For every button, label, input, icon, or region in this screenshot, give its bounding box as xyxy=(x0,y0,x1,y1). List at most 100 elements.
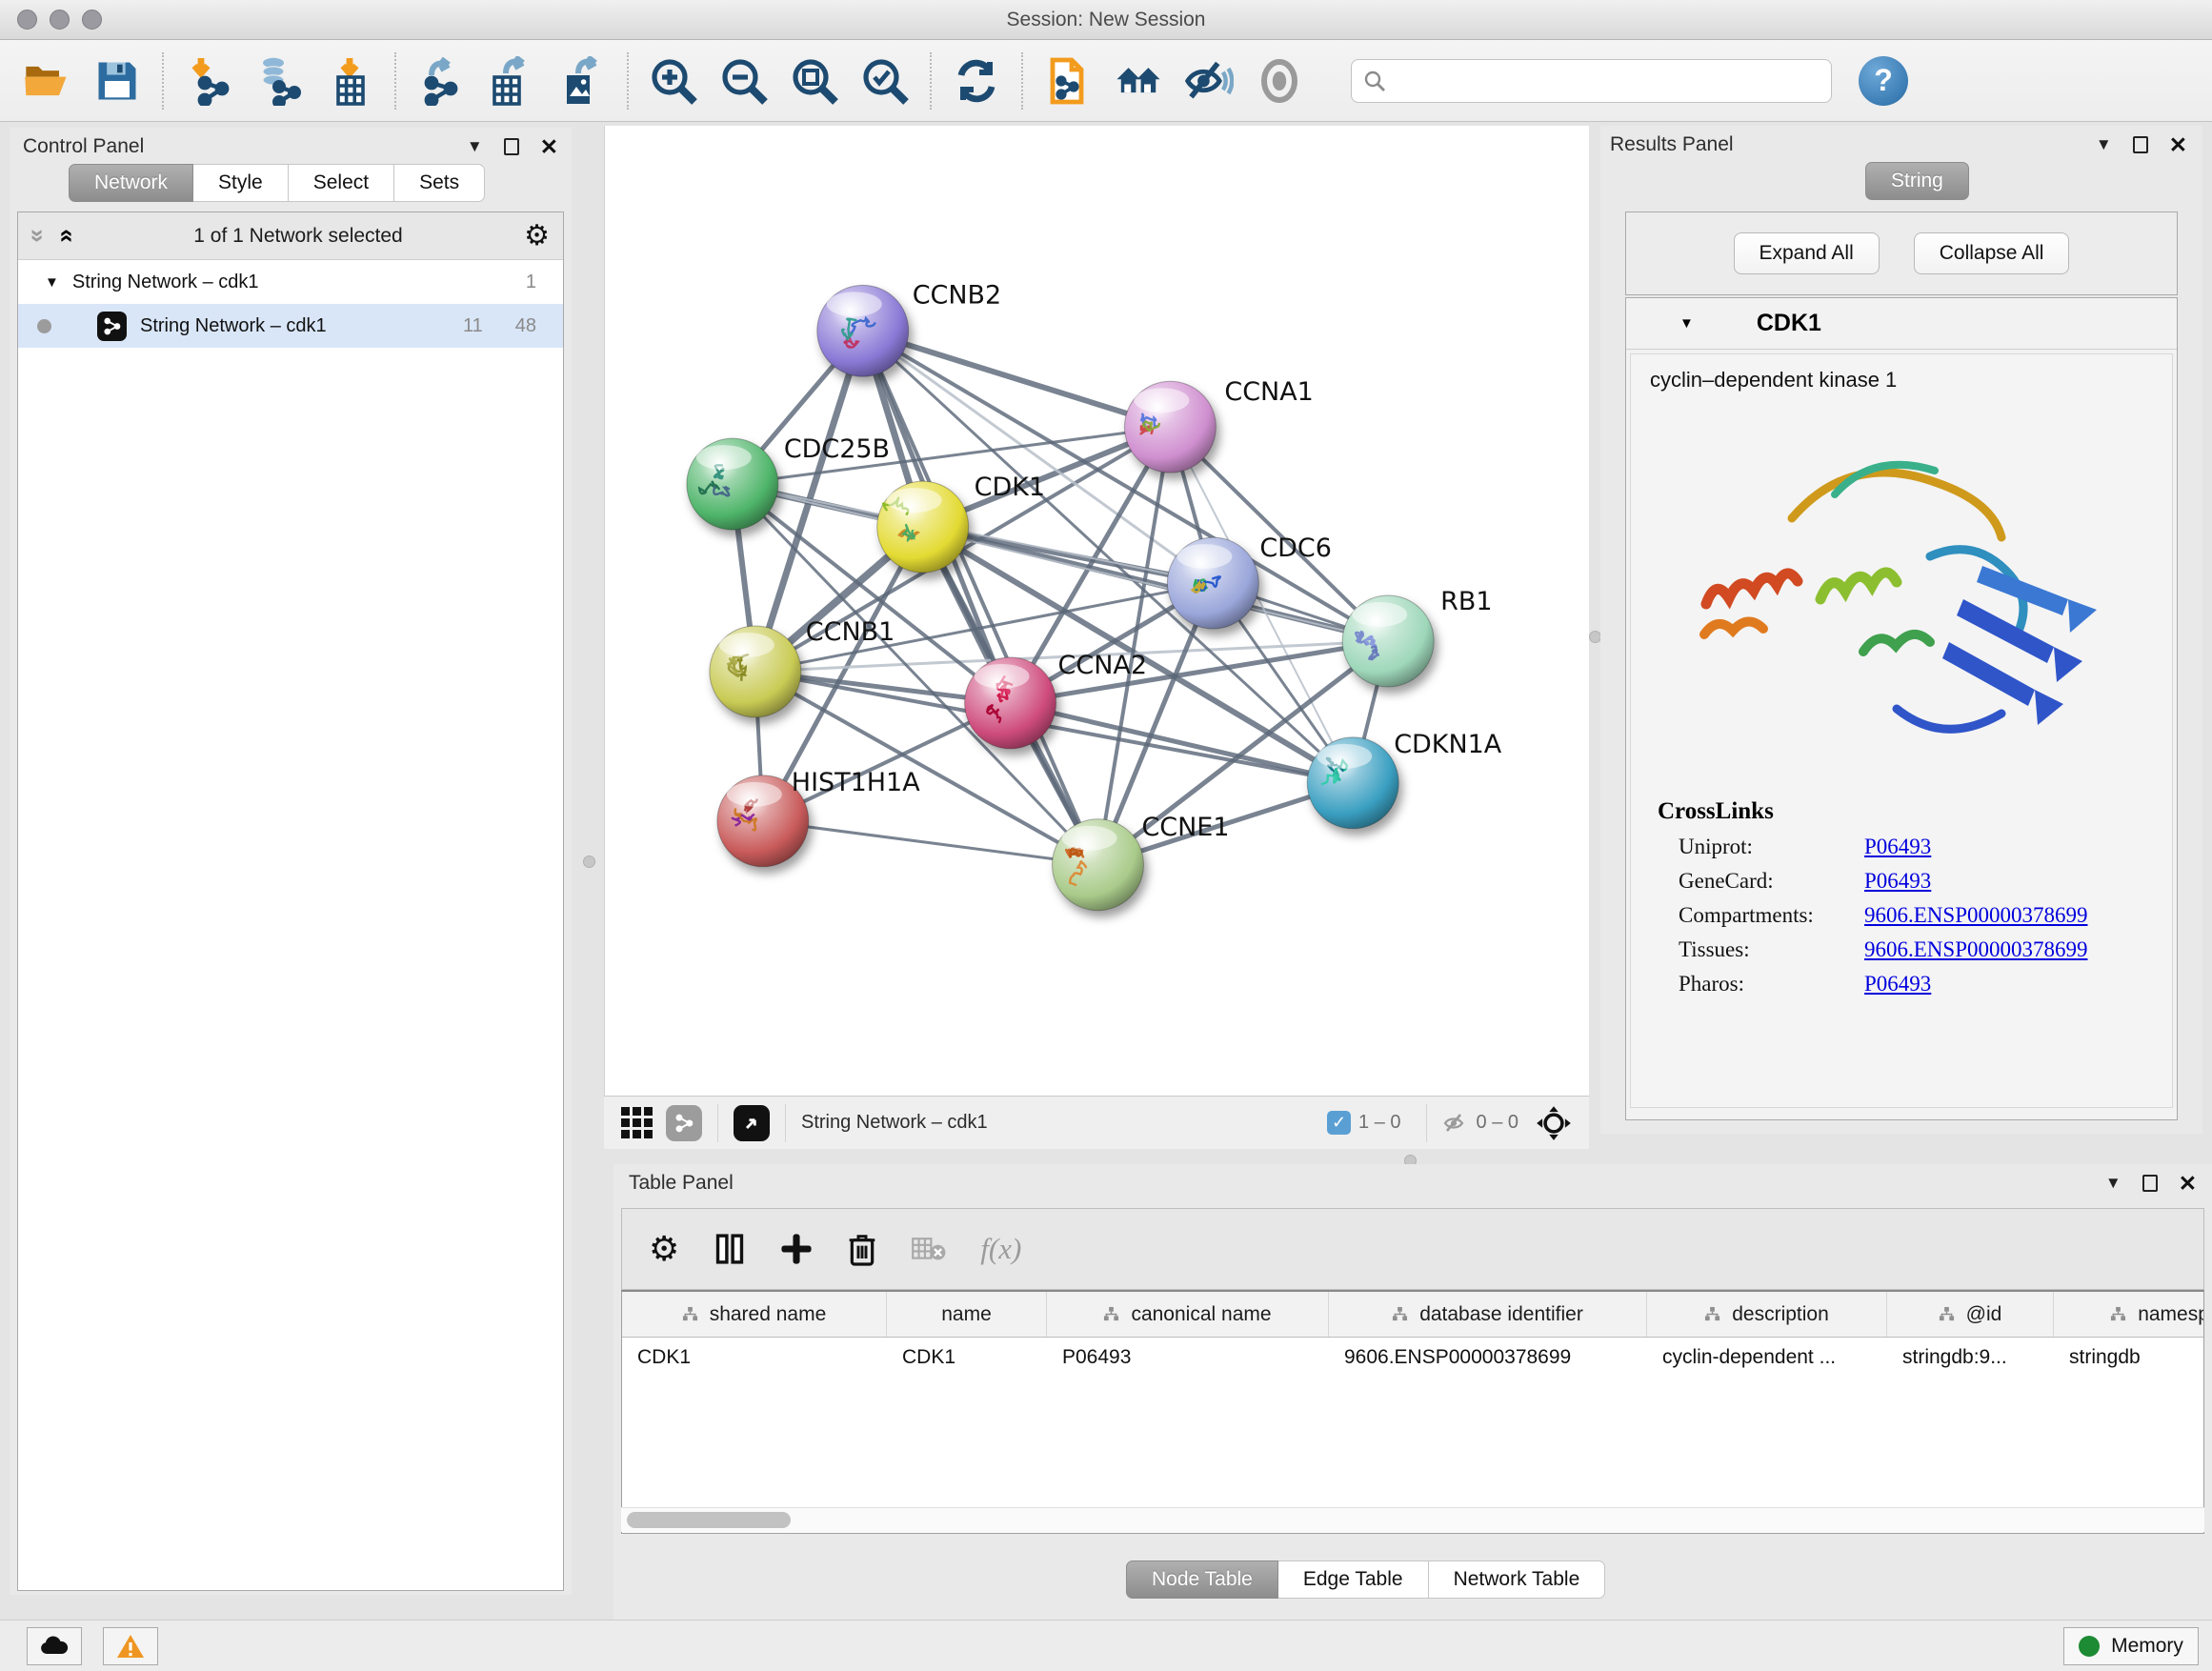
node-ccna1[interactable] xyxy=(1124,381,1216,473)
crosslink-link[interactable]: P06493 xyxy=(1864,835,1931,859)
zoom-out-button[interactable] xyxy=(709,50,779,111)
expand-all-button[interactable]: Expand All xyxy=(1734,232,1880,274)
zoom-selected-button[interactable] xyxy=(850,50,920,111)
zoom-window-button[interactable] xyxy=(82,10,102,30)
import-network-file-button[interactable] xyxy=(173,50,244,111)
node-ccnb2[interactable] xyxy=(817,285,909,376)
cell[interactable]: stringdb:9... xyxy=(1887,1346,2054,1369)
close-panel-icon[interactable]: ✕ xyxy=(540,138,558,155)
cell[interactable]: stringdb xyxy=(2054,1346,2204,1369)
cell[interactable]: cyclin-dependent ... xyxy=(1647,1346,1887,1369)
tab-edge-table[interactable]: Edge Table xyxy=(1278,1560,1429,1599)
column-header-namespace[interactable]: namespace xyxy=(2054,1292,2204,1337)
panel-menu-caret-icon[interactable]: ▼ xyxy=(467,137,483,156)
show-hidden-button[interactable] xyxy=(1244,50,1315,111)
edge-cdc25b-cdc6[interactable] xyxy=(733,484,1214,583)
network-row[interactable]: String Network – cdk1 11 48 xyxy=(18,304,563,348)
table-row[interactable]: CDK1CDK1P064939606.ENSP00000378699cyclin… xyxy=(622,1338,2204,1378)
column-header-canonical-name[interactable]: canonical name xyxy=(1047,1292,1329,1337)
node-cdkn1a[interactable] xyxy=(1307,737,1398,829)
share-view-icon[interactable] xyxy=(666,1105,702,1141)
tab-select[interactable]: Select xyxy=(289,164,394,202)
cell[interactable]: CDK1 xyxy=(622,1346,887,1369)
node-ccna2[interactable] xyxy=(965,657,1056,749)
delete-icon[interactable] xyxy=(847,1231,877,1267)
gear-icon[interactable]: ⚙ xyxy=(524,222,550,251)
tab-node-table[interactable]: Node Table xyxy=(1126,1560,1278,1599)
export-network-button[interactable] xyxy=(406,50,476,111)
node-table[interactable]: shared namenamecanonical namedatabase id… xyxy=(621,1290,2204,1534)
column-header-@id[interactable]: @id xyxy=(1887,1292,2054,1337)
node-cdc6[interactable] xyxy=(1167,537,1258,629)
cell[interactable]: CDK1 xyxy=(887,1346,1047,1369)
cell[interactable]: 9606.ENSP00000378699 xyxy=(1329,1346,1647,1369)
panel-menu-caret-icon[interactable]: ▼ xyxy=(2096,135,2112,154)
search-input[interactable] xyxy=(1396,70,1820,91)
tab-style[interactable]: Style xyxy=(193,164,289,202)
column-header-database-identifier[interactable]: database identifier xyxy=(1329,1292,1647,1337)
warnings-button[interactable] xyxy=(103,1627,158,1665)
save-session-button[interactable] xyxy=(82,50,152,111)
import-table-button[interactable] xyxy=(314,50,385,111)
search-field[interactable] xyxy=(1351,59,1832,103)
tab-network[interactable]: Network xyxy=(69,164,193,202)
float-panel-icon[interactable] xyxy=(504,138,519,155)
cell[interactable]: P06493 xyxy=(1047,1346,1329,1369)
float-panel-icon[interactable] xyxy=(2142,1175,2158,1192)
export-table-button[interactable] xyxy=(476,50,547,111)
expand-all-icon[interactable]: » xyxy=(50,229,80,242)
open-session-button[interactable] xyxy=(11,50,82,111)
node-details-header[interactable]: ▼ CDK1 xyxy=(1626,298,2177,350)
panel-menu-caret-icon[interactable]: ▼ xyxy=(2105,1174,2122,1193)
close-window-button[interactable] xyxy=(17,10,37,30)
network-view[interactable]: CCNB2CCNA1CDC25BCDK1CDC6RB1CCNB1CCNA2CDK… xyxy=(604,126,1589,1096)
tab-network-table[interactable]: Network Table xyxy=(1429,1560,1606,1599)
table-settings-gear-icon[interactable]: ⚙ xyxy=(649,1235,679,1263)
tab-sets[interactable]: Sets xyxy=(394,164,485,202)
memory-button[interactable]: Memory xyxy=(2063,1627,2199,1665)
node-cdc25b[interactable] xyxy=(687,438,778,530)
crosslink-link[interactable]: 9606.ENSP00000378699 xyxy=(1864,937,2088,962)
export-image-button[interactable] xyxy=(547,50,617,111)
scrollbar-thumb[interactable] xyxy=(627,1512,791,1528)
column-header-shared-name[interactable]: shared name xyxy=(622,1292,887,1337)
table-horizontal-scrollbar[interactable] xyxy=(621,1507,2204,1532)
edge-ccnb2-ccna1[interactable] xyxy=(863,331,1171,427)
edge-ccne1-hist1h1a[interactable] xyxy=(763,821,1098,865)
tab-string[interactable]: String xyxy=(1865,162,1969,200)
crosslink-link[interactable]: P06493 xyxy=(1864,972,1931,997)
help-button[interactable]: ? xyxy=(1859,56,1908,106)
network-collection-row[interactable]: ▼ String Network – cdk1 1 xyxy=(18,260,563,304)
close-panel-icon[interactable]: ✕ xyxy=(2169,136,2187,153)
hide-selected-button[interactable] xyxy=(1174,50,1244,111)
refresh-button[interactable] xyxy=(941,50,1012,111)
zoom-in-button[interactable] xyxy=(638,50,709,111)
import-network-database-button[interactable] xyxy=(244,50,314,111)
tree-expand-caret-icon[interactable]: ▼ xyxy=(45,274,59,291)
node-ccnb1[interactable] xyxy=(710,626,801,717)
crosslink-link[interactable]: 9606.ENSP00000378699 xyxy=(1864,903,2088,928)
minimize-window-button[interactable] xyxy=(50,10,70,30)
close-panel-icon[interactable]: ✕ xyxy=(2179,1175,2197,1192)
collapse-all-icon[interactable]: » xyxy=(24,229,53,242)
crosshair-pan-icon[interactable] xyxy=(1536,1105,1572,1141)
crosslink-link[interactable]: P06493 xyxy=(1864,869,1931,894)
section-collapse-caret-icon[interactable]: ▼ xyxy=(1679,315,1694,332)
edge-ccna2-cdkn1a[interactable] xyxy=(1011,703,1354,783)
columns-icon[interactable] xyxy=(714,1231,746,1267)
vertical-splitter-handle-left[interactable] xyxy=(583,856,595,868)
column-header-description[interactable]: description xyxy=(1647,1292,1887,1337)
selected-checkbox-icon[interactable]: ✓ xyxy=(1327,1111,1351,1135)
zoom-fit-button[interactable] xyxy=(779,50,850,111)
collapse-all-button[interactable]: Collapse All xyxy=(1914,232,2070,274)
network-graph[interactable]: CCNB2CCNA1CDC25BCDK1CDC6RB1CCNB1CCNA2CDK… xyxy=(605,126,1589,1096)
cloud-button[interactable] xyxy=(27,1627,82,1665)
node-cdk1[interactable] xyxy=(877,481,969,573)
node-ccne1[interactable] xyxy=(1053,819,1144,911)
home-button[interactable] xyxy=(1103,50,1174,111)
add-column-icon[interactable] xyxy=(780,1231,813,1267)
float-panel-icon[interactable] xyxy=(2133,136,2148,153)
birdseye-view-icon[interactable] xyxy=(734,1105,770,1141)
column-header-name[interactable]: name xyxy=(887,1292,1047,1337)
node-rb1[interactable] xyxy=(1342,595,1434,687)
